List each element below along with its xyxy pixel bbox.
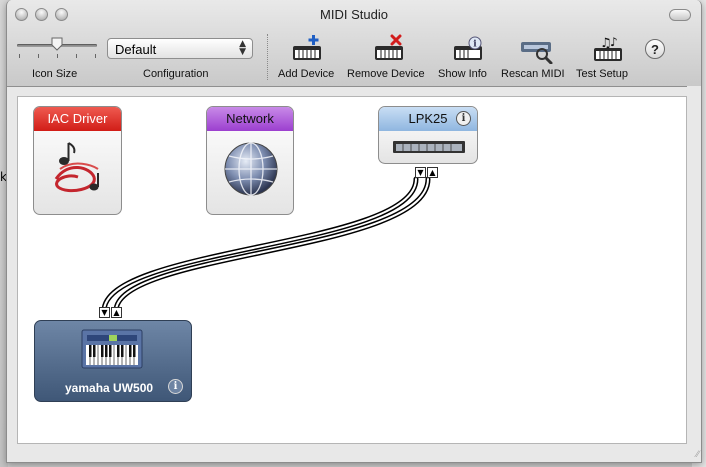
midi-note-icon: [54, 142, 99, 193]
info-icon[interactable]: i: [168, 379, 183, 394]
midi-studio-window: MIDI Studio Icon Size Default ▲ ▼ Configu…: [6, 0, 702, 463]
network-globe-icon: [224, 142, 278, 196]
test-setup-label: Test Setup: [576, 68, 628, 80]
svg-text:♪: ♪: [610, 35, 618, 49]
yamaha-midi-out-port[interactable]: ▼: [99, 307, 110, 318]
remove-device-label: Remove Device: [347, 68, 425, 80]
configuration-label: Configuration: [143, 68, 209, 80]
yamaha-midi-in-port[interactable]: ▲: [111, 307, 122, 318]
device-name: yamaha UW500: [65, 381, 154, 395]
configuration-value: Default: [115, 42, 157, 57]
lpk25-midi-out-port[interactable]: ▼: [415, 167, 426, 178]
device-name: Network: [207, 107, 293, 131]
help-button[interactable]: ?: [645, 39, 665, 59]
toolbar-separator: [267, 34, 268, 80]
device-network[interactable]: Network: [206, 106, 294, 215]
lpk25-midi-in-port[interactable]: ▲: [427, 167, 438, 178]
test-setup-icon: ♫ ♪: [594, 35, 622, 61]
add-device-icon: [293, 35, 321, 60]
keyboard-icon: [81, 329, 143, 369]
remove-device-icon: [375, 34, 403, 60]
window-title: MIDI Studio: [320, 7, 388, 22]
info-icon[interactable]: i: [456, 111, 471, 126]
keyboard-icon: [393, 141, 465, 153]
rescan-midi-icon: [521, 42, 553, 64]
device-yamaha-uw500[interactable]: yamaha UW500 i: [34, 320, 192, 402]
device-lpk25[interactable]: LPK25 i: [378, 106, 478, 164]
svg-text:i: i: [473, 40, 477, 50]
resize-grip-icon[interactable]: ⁄⁄: [696, 449, 699, 460]
toolbar-toggle-button[interactable]: [669, 9, 691, 21]
slider-tick: [57, 54, 58, 58]
device-name: IAC Driver: [34, 107, 121, 131]
show-info-label: Show Info: [438, 68, 487, 80]
help-icon: ?: [651, 42, 659, 57]
slider-tick: [95, 54, 96, 58]
right-gutter: ⁄⁄: [687, 86, 701, 462]
unified-toolbar: MIDI Studio Icon Size Default ▲ ▼ Configu…: [7, 0, 701, 87]
slider-tick: [38, 54, 39, 58]
chevron-updown-icon: ▲ ▼: [239, 39, 246, 57]
slider-tick: [19, 54, 20, 58]
show-info-icon: i: [454, 36, 482, 60]
device-canvas[interactable]: IAC Driver Network LPK25 i ▼ ▲ ▼ ▲ yamah…: [17, 96, 687, 444]
device-iac-driver[interactable]: IAC Driver: [33, 106, 122, 215]
slider-tick: [76, 54, 77, 58]
slider-knob-icon[interactable]: [51, 37, 63, 51]
rescan-midi-label: Rescan MIDI: [501, 68, 565, 80]
configuration-select[interactable]: Default ▲ ▼: [107, 38, 253, 59]
add-device-label: Add Device: [278, 68, 335, 80]
icon-size-label: Icon Size: [32, 68, 78, 80]
